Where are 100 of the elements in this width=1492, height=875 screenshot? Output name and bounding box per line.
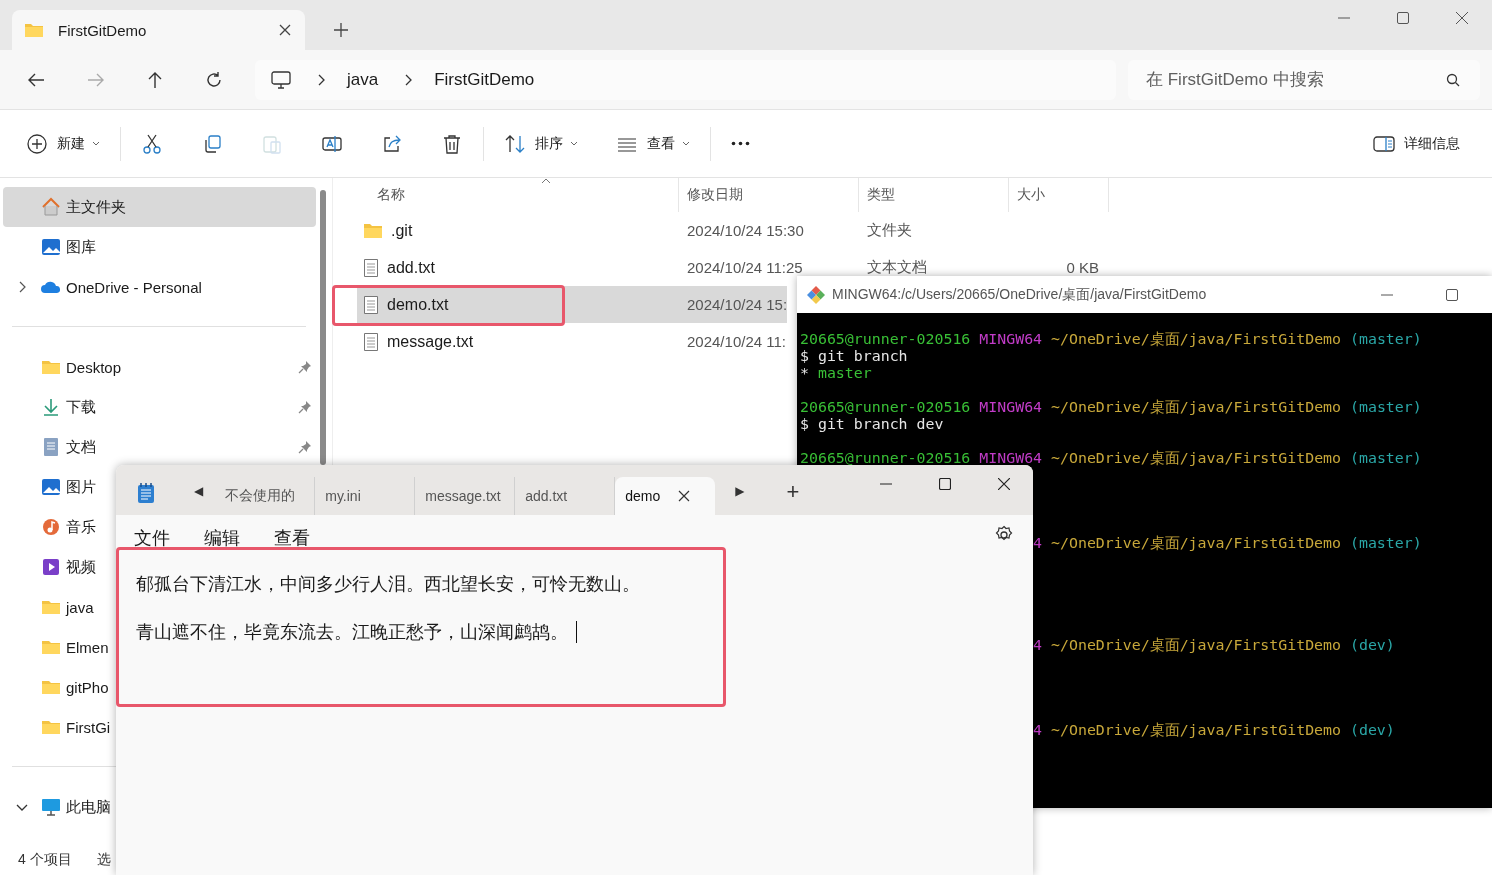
chevron-down-icon[interactable]	[16, 803, 28, 811]
sidebar-item[interactable]: Desktop	[3, 347, 124, 387]
terminal-line: 4 ~/OneDrive/桌面/java/FirstGitDemo (dev)	[1032, 637, 1396, 654]
column-header[interactable]: 名称	[357, 178, 679, 212]
document-icon	[41, 437, 61, 457]
close-icon[interactable]	[279, 24, 291, 36]
sidebar-item[interactable]: 此电脑	[3, 787, 113, 827]
trash-icon	[441, 132, 463, 155]
document-tab[interactable]: 不会使用的	[215, 477, 316, 515]
scrollbar[interactable]	[320, 190, 326, 465]
menu-item[interactable]: 编辑	[204, 526, 240, 550]
menu-item[interactable]: 文件	[134, 526, 170, 550]
sidebar-item[interactable]: 下载	[3, 387, 98, 427]
close-icon[interactable]	[678, 490, 691, 502]
more-icon	[731, 141, 750, 146]
table-cell-text: 文件夹	[866, 221, 913, 240]
monitor-icon	[271, 70, 291, 89]
sidebar-item[interactable]: 图片	[3, 467, 98, 507]
terminal-line: 4 ~/OneDrive/桌面/java/FirstGitDemo (master)	[1032, 535, 1423, 552]
new-button[interactable]: 新建	[16, 126, 110, 161]
file-name: message.txt	[387, 332, 474, 351]
document-tab[interactable]: my.ini	[315, 477, 416, 515]
close-icon[interactable]	[1456, 12, 1468, 24]
folder-icon	[24, 22, 44, 38]
maximize-icon[interactable]	[1446, 288, 1458, 301]
sidebar-item[interactable]: Elmen	[3, 627, 111, 667]
refresh-icon[interactable]	[205, 70, 223, 89]
sidebar-item[interactable]: 主文件夹	[3, 187, 316, 227]
diamond-logo-icon	[806, 284, 826, 305]
sidebar-item[interactable]: 文档	[3, 427, 98, 467]
file-row[interactable]: message.txt 2024/10/24 11:	[357, 323, 786, 360]
column-header[interactable]: 大小	[1009, 178, 1109, 212]
terminal-line: 20665@runner-020516 MINGW64 ~/OneDrive/桌面/java/FirstGitDemo (master)	[800, 331, 1423, 348]
status-text: 4 个项目	[18, 851, 72, 869]
music-icon	[41, 517, 61, 537]
file-name: demo.txt	[387, 295, 449, 314]
chevron-right-icon[interactable]	[18, 281, 26, 293]
back-arrow-icon[interactable]	[27, 71, 45, 88]
up-arrow-icon[interactable]	[147, 70, 163, 89]
search-field[interactable]: 在 FirstGitDemo 中搜索	[1128, 59, 1480, 100]
table-cell-text: 2024/10/24 15:30	[686, 222, 805, 239]
status-text: 选	[96, 851, 111, 869]
pin-icon[interactable]	[298, 360, 312, 374]
image-icon	[41, 237, 61, 257]
menu-item[interactable]: 查看	[274, 526, 310, 550]
terminal-line: 20665@runner-020516 MINGW64 ~/OneDrive/桌面/java/FirstGitDemo (master)	[800, 450, 1423, 467]
window-title: MINGW64:/c/Users/20665/OneDrive/桌面/java/FirstGitDemo	[832, 285, 1207, 304]
text-file-icon	[363, 331, 379, 352]
maximize-icon[interactable]	[1397, 12, 1409, 24]
sidebar-item[interactable]: 音乐	[3, 507, 98, 547]
file-row[interactable]: demo.txt 2024/10/24 15:	[357, 286, 788, 323]
new-tab-icon[interactable]	[334, 23, 348, 37]
file-name: add.txt	[387, 258, 436, 277]
terminal-line: 20665@runner-020516 MINGW64 ~/OneDrive/桌面/java/FirstGitDemo (master)	[800, 399, 1423, 416]
monitor-icon	[41, 797, 61, 817]
breadcrumb-item[interactable]: java	[347, 69, 379, 90]
window-tab[interactable]: FirstGitDemo	[12, 10, 305, 50]
terminal-line: * master	[800, 365, 873, 382]
terminal-line: 4 ~/OneDrive/桌面/java/FirstGitDemo (dev)	[1032, 722, 1396, 739]
sidebar-item[interactable]: FirstGi	[3, 707, 113, 747]
search-icon[interactable]	[1446, 72, 1460, 87]
sidebar-item[interactable]: 图库	[3, 227, 98, 267]
scissors-icon	[141, 132, 163, 155]
caret-icon	[682, 140, 690, 147]
scroll-left-button[interactable]: ◀	[194, 484, 204, 498]
breadcrumb-item[interactable]: FirstGitDemo	[434, 69, 535, 90]
table-cell-text: 2024/10/24 11:	[686, 333, 786, 350]
table-cell-text: 2024/10/24 15:	[686, 296, 788, 313]
column-header[interactable]: 修改日期	[679, 178, 859, 212]
terminal-line: $ git branch	[800, 348, 909, 365]
sidebar-item[interactable]: 视频	[3, 547, 98, 587]
close-icon[interactable]	[998, 478, 1010, 490]
scroll-right-button[interactable]: ▶	[735, 484, 745, 498]
maximize-icon[interactable]	[939, 478, 951, 490]
text-line: 郁孤台下清江水，中间多少行人泪。西北望长安，可怜无数山。	[136, 573, 641, 595]
file-row[interactable]: .git 2024/10/24 15:30 文件夹	[357, 212, 1009, 249]
address-bar[interactable]: java FirstGitDemo	[255, 59, 1116, 100]
details-pane-icon	[1373, 134, 1395, 153]
sort-button[interactable]: 排序	[494, 126, 588, 161]
column-header[interactable]: 类型	[859, 178, 1009, 212]
chevron-right-icon[interactable]	[317, 73, 325, 86]
sidebar-item[interactable]: java	[3, 587, 96, 627]
details-button[interactable]: 详细信息	[1363, 128, 1470, 159]
sidebar-item[interactable]: OneDrive - Personal	[3, 267, 204, 307]
new-tab-button[interactable]: +	[786, 479, 800, 505]
document-tab[interactable]: demo	[615, 477, 716, 515]
file-row[interactable]: add.txt 2024/10/24 11:25 文本文档 0 KB	[357, 249, 1109, 286]
table-cell-text: 文本文档	[866, 258, 928, 277]
text-file-icon	[363, 257, 379, 278]
pin-icon[interactable]	[298, 400, 312, 414]
download-arrow-icon	[41, 397, 61, 417]
notepad-icon	[136, 482, 156, 504]
text-line: 青山遮不住，毕竟东流去。江晚正愁予，山深闻鹧鸪。	[136, 621, 1033, 643]
pin-icon[interactable]	[298, 440, 312, 454]
table-cell-text: 0 KB	[1065, 259, 1100, 276]
file-name: .git	[391, 221, 413, 240]
sidebar-item[interactable]: gitPho	[3, 667, 111, 707]
view-button[interactable]: 查看	[606, 126, 700, 161]
chevron-right-icon[interactable]	[404, 73, 413, 86]
document-tab[interactable]: message.txt	[415, 477, 516, 515]
